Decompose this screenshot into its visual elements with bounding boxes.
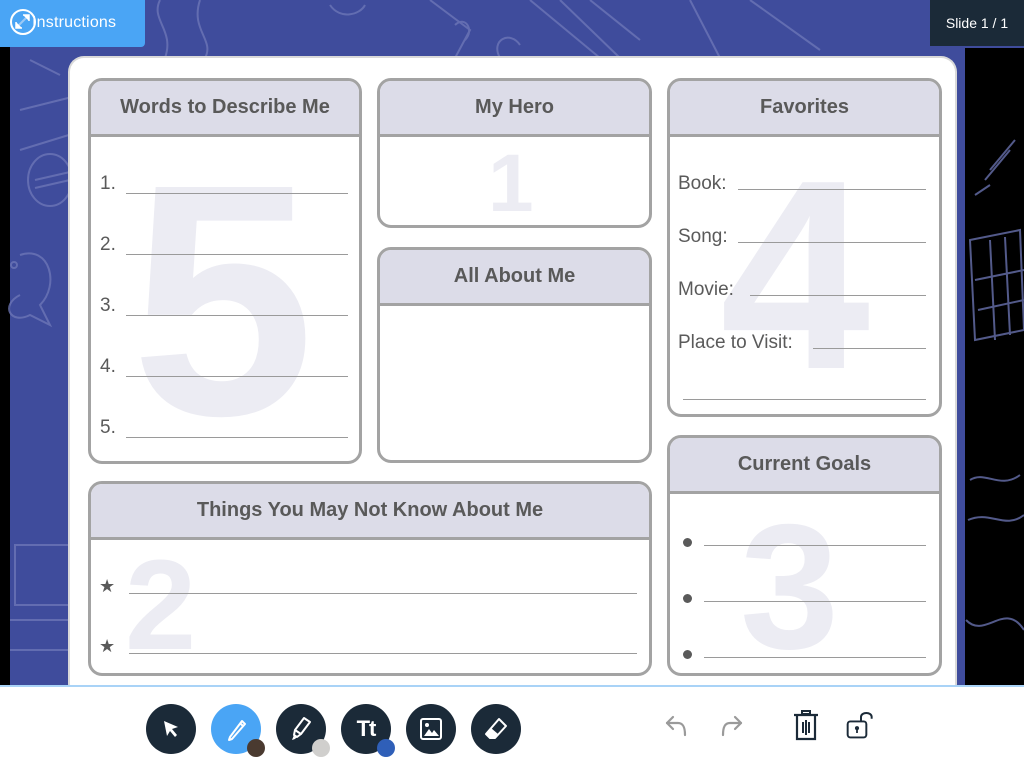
slide-counter: Slide 1 / 1 [930, 0, 1024, 46]
unlocked-padlock-icon [846, 712, 873, 739]
undo-arrow-icon [665, 715, 687, 737]
answer-line[interactable] [704, 601, 926, 602]
pen-tool-button[interactable] [211, 704, 265, 757]
panel-my-hero[interactable]: My Hero 1 [377, 78, 652, 228]
instructions-label: Instructions [32, 14, 117, 31]
list-item-number: 4. [100, 356, 116, 377]
list-item-number: 2. [100, 234, 116, 255]
answer-line[interactable] [683, 399, 926, 400]
watermark-number: 5 [131, 115, 315, 464]
eraser-tool-button[interactable] [471, 704, 521, 754]
bullet-dot-icon [683, 650, 692, 659]
star-icon: ★ [99, 636, 116, 656]
lock-button[interactable] [845, 709, 877, 741]
answer-line[interactable] [129, 653, 637, 654]
drawing-toolbar: Tt [0, 685, 1024, 763]
panel-title: Current Goals [670, 438, 939, 494]
watermark-number: 2 [125, 534, 197, 676]
panel-favorites: Favorites 4 Book: Song: Movie: Place to … [667, 78, 942, 417]
answer-line[interactable] [813, 348, 926, 349]
panel-title: All About Me [380, 250, 649, 306]
eraser-icon [485, 718, 507, 739]
answer-line[interactable] [126, 437, 348, 438]
answer-line[interactable] [738, 242, 926, 243]
favorite-label: Song: [678, 226, 728, 247]
list-item-number: 3. [100, 295, 116, 316]
pencil-icon [228, 720, 246, 741]
redo-button[interactable] [715, 709, 747, 741]
bullet-dot-icon [683, 594, 692, 603]
panel-things-you-may-not-know: Things You May Not Know About Me 2 ★ ★ [88, 481, 652, 676]
favorite-label: Place to Visit: [678, 332, 793, 353]
favorite-label: Book: [678, 173, 727, 194]
answer-line[interactable] [704, 545, 926, 546]
pen-color-swatch[interactable] [247, 739, 265, 757]
redo-arrow-icon [721, 715, 743, 737]
panel-title: My Hero [380, 81, 649, 137]
panel-words-to-describe-me: Words to Describe Me 5 1. 2. 3. 4. 5. [88, 78, 362, 464]
watermark-number: 3 [740, 487, 839, 676]
bullet-dot-icon [683, 538, 692, 547]
star-icon: ★ [99, 576, 116, 596]
watermark-number: 1 [488, 138, 534, 228]
panel-current-goals: Current Goals 3 [667, 435, 942, 676]
answer-line[interactable] [126, 254, 348, 255]
answer-line[interactable] [126, 193, 348, 194]
text-color-swatch[interactable] [377, 739, 395, 757]
answer-line[interactable] [126, 376, 348, 377]
delete-button[interactable] [790, 709, 822, 741]
cursor-arrow-icon [164, 721, 178, 737]
answer-line[interactable] [704, 657, 926, 658]
watermark-number: 4 [720, 125, 871, 417]
favorite-label: Movie: [678, 279, 734, 300]
highlighter-tool-button[interactable] [276, 704, 330, 757]
panel-all-about-me[interactable]: All About Me [377, 247, 652, 463]
select-tool-button[interactable] [146, 704, 196, 754]
answer-line[interactable] [126, 315, 348, 316]
answer-line[interactable] [738, 189, 926, 190]
image-icon [420, 718, 442, 740]
instructions-button[interactable]: Instructions [0, 0, 145, 47]
highlighter-icon [292, 717, 311, 740]
answer-line[interactable] [750, 295, 926, 296]
answer-line[interactable] [129, 593, 637, 594]
undo-button[interactable] [661, 709, 693, 741]
list-item-number: 1. [100, 173, 116, 194]
trash-icon [794, 710, 818, 741]
highlighter-color-swatch[interactable] [312, 739, 330, 757]
list-item-number: 5. [100, 417, 116, 438]
text-tool-button[interactable]: Tt [341, 704, 395, 757]
text-tt-icon: Tt [356, 716, 377, 741]
image-tool-button[interactable] [406, 704, 456, 754]
panel-title: Things You May Not Know About Me [91, 484, 649, 540]
